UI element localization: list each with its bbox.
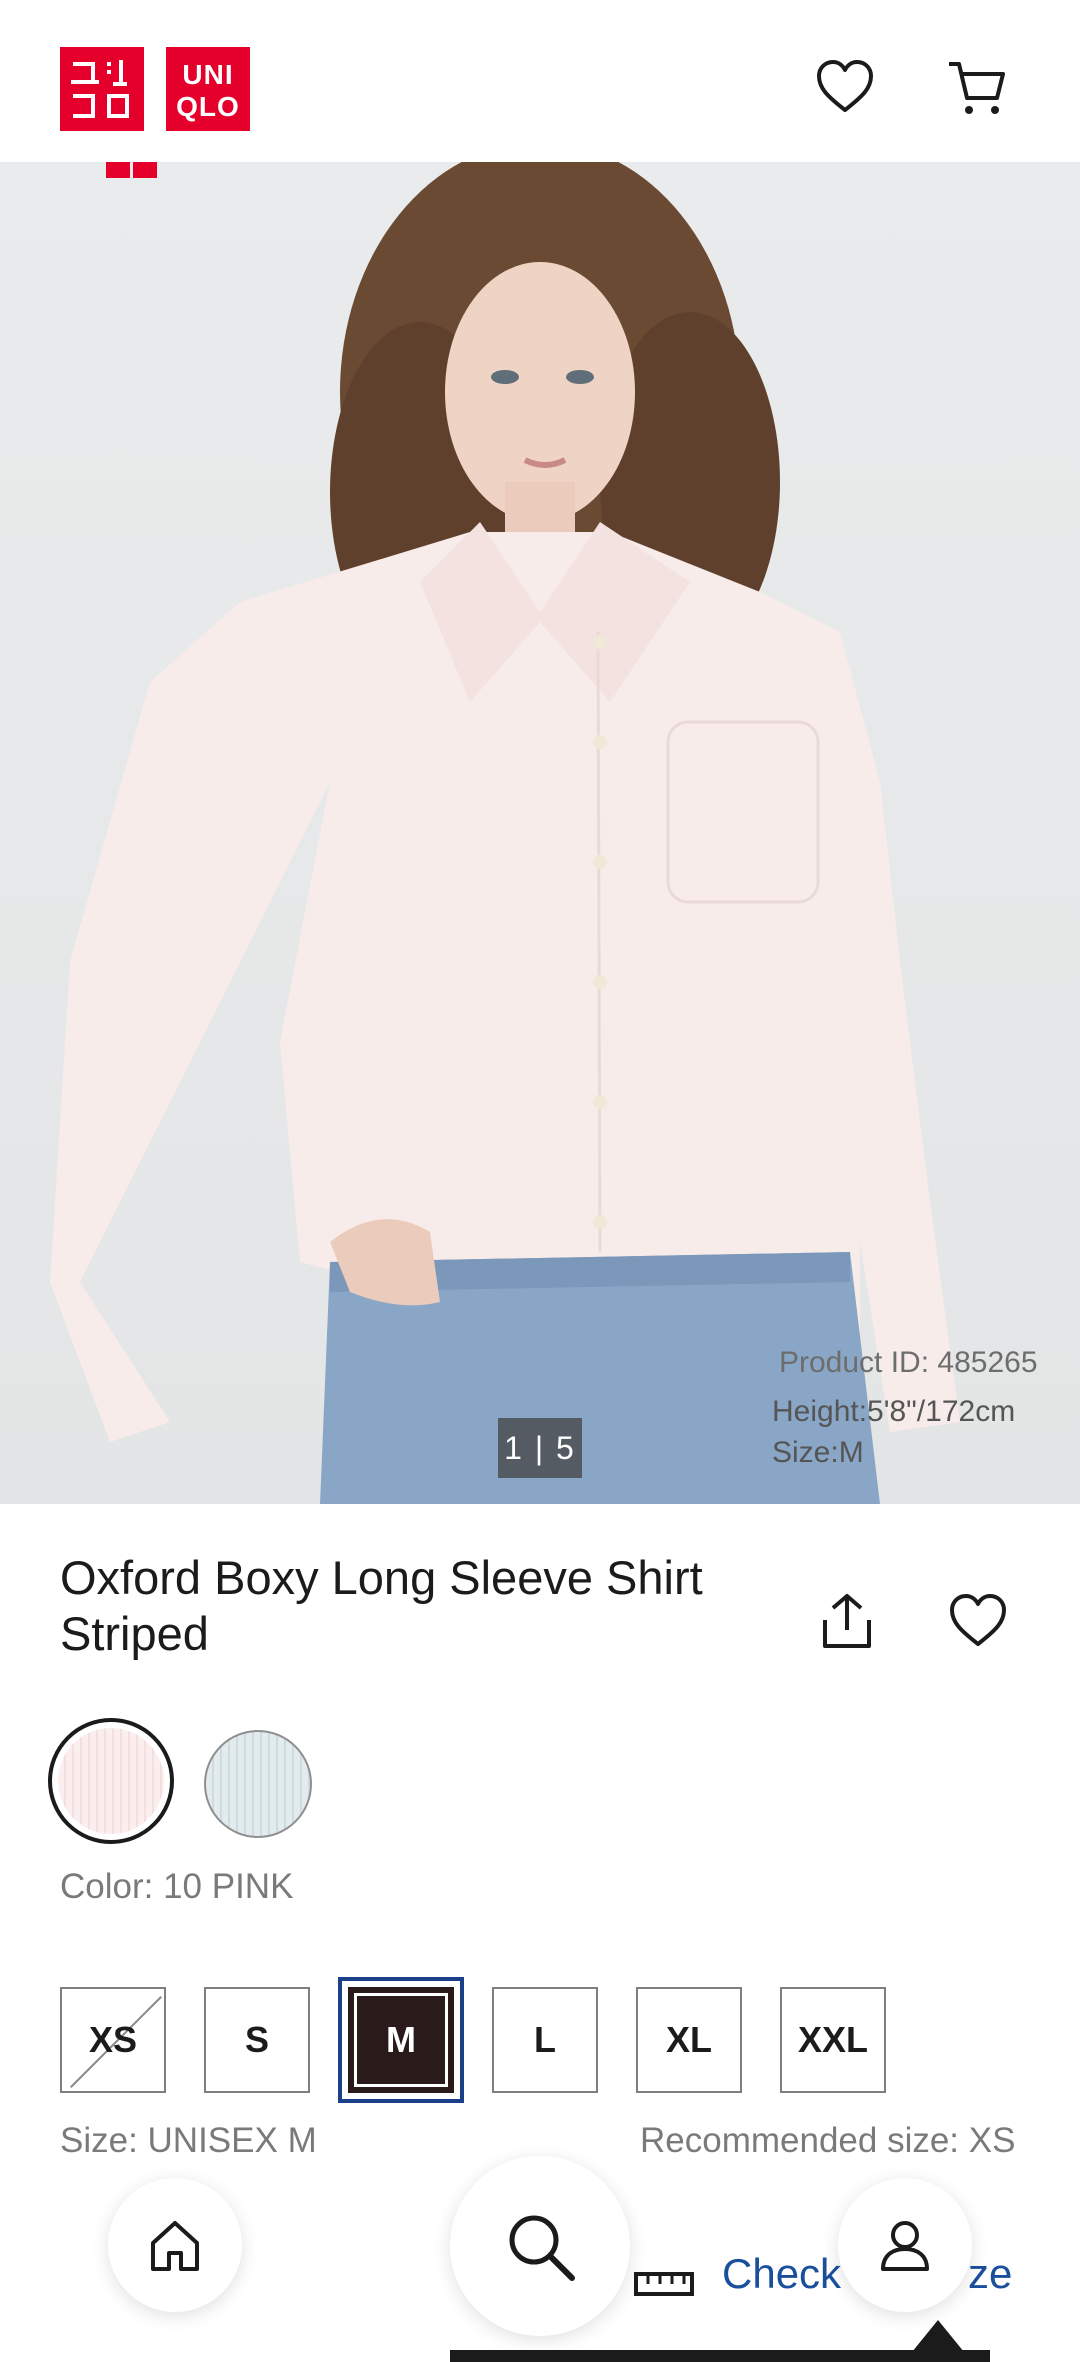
heart-icon[interactable] xyxy=(813,56,877,120)
color-label: Color: 10 PINK xyxy=(60,1867,294,1906)
size-m-label: M xyxy=(386,2019,416,2060)
search-icon xyxy=(509,2215,575,2281)
size-xl-label: XL xyxy=(665,2019,712,2060)
size-option-xl[interactable]: XL xyxy=(636,1987,742,2093)
ruler-icon xyxy=(634,2272,694,2296)
size-option-l[interactable]: L xyxy=(492,1987,598,2093)
share-icon[interactable] xyxy=(815,1590,879,1654)
logo-latin-mark: UNI QLO xyxy=(176,59,240,122)
product-title: Oxford Boxy Long Sleeve Shirt Striped xyxy=(60,1551,703,1660)
logo-katakana-mark xyxy=(71,60,129,118)
uniqlo-logo-katakana[interactable] xyxy=(60,47,144,131)
app-header: UNI QLO xyxy=(0,0,1080,162)
bottom-sheet-bar xyxy=(450,2350,990,2362)
home-icon xyxy=(151,2221,199,2271)
image-pager: 1 | 5 xyxy=(498,1418,582,1478)
size-label: Size: UNISEX M xyxy=(60,2121,317,2160)
color-swatch-blue[interactable] xyxy=(204,1730,312,1838)
size-option-s[interactable]: S xyxy=(204,1987,310,2093)
svg-text:UNI: UNI xyxy=(182,59,233,90)
uniqlo-logo-latin[interactable]: UNI QLO xyxy=(166,47,250,131)
svg-text:QLO: QLO xyxy=(176,91,240,122)
model-photo xyxy=(50,162,960,1504)
size-l-label: L xyxy=(534,2019,556,2060)
account-button[interactable] xyxy=(838,2178,972,2312)
account-icon xyxy=(881,2221,929,2271)
check-size-link[interactable]: Check xyxy=(722,2250,841,2298)
cart-icon[interactable] xyxy=(945,56,1009,120)
size-xxl-label: XXL xyxy=(797,2019,868,2060)
model-size-text: Size:M xyxy=(772,1436,864,1469)
wishlist-heart-icon[interactable] xyxy=(946,1590,1010,1654)
size-s-label: S xyxy=(244,2019,269,2060)
size-xs-label: XS xyxy=(88,2019,138,2060)
swatch-pink-fill xyxy=(58,1728,164,1834)
size-option-xxl[interactable]: XXL xyxy=(780,1987,886,2093)
color-swatch-pink[interactable] xyxy=(48,1718,174,1844)
search-button[interactable] xyxy=(450,2156,630,2336)
size-option-xs[interactable]: XS xyxy=(60,1987,166,2093)
model-height-text: Height:5'8"/172cm xyxy=(772,1395,1016,1428)
home-button[interactable] xyxy=(108,2178,242,2312)
sheet-handle-arrow[interactable] xyxy=(912,2320,964,2352)
product-image[interactable]: Product ID: 485265 Height:5'8"/172cm Siz… xyxy=(0,162,1080,1504)
check-size-link-suffix[interactable]: ze xyxy=(968,2250,1012,2298)
size-option-m[interactable]: M xyxy=(338,1977,464,2103)
recommended-size: Recommended size: XS xyxy=(640,2121,1016,2160)
product-id-text: Product ID: 485265 xyxy=(779,1346,1038,1379)
